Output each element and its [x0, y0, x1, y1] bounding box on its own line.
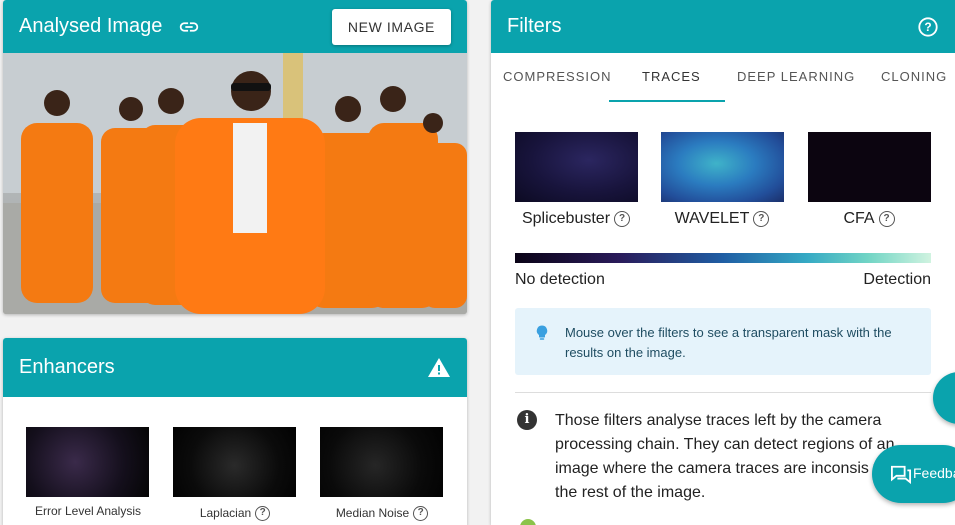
splicebuster-thumbnail[interactable]	[515, 132, 638, 202]
wavelet-thumbnail[interactable]	[661, 132, 784, 202]
median-noise-thumbnail[interactable]	[320, 427, 443, 497]
tab-cloning[interactable]: CLONING	[881, 69, 947, 84]
svg-text:?: ?	[924, 20, 931, 34]
detection-label: Detection	[863, 271, 931, 288]
ela-label: Error Level Analysis	[34, 504, 142, 518]
tab-traces[interactable]: TRACES	[642, 69, 701, 84]
filter-tabs: COMPRESSION TRACES DEEP LEARNING CLONING	[491, 53, 955, 103]
help-icon[interactable]: ?	[753, 210, 770, 227]
filters-header: Filters ?	[491, 0, 955, 53]
feedback-button[interactable]: Feedba	[872, 445, 955, 503]
info-icon: i	[517, 410, 537, 430]
traces-description: Those filters analyse traces left by the…	[555, 412, 902, 501]
hint-box: Mouse over the filters to see a transpar…	[515, 308, 931, 375]
divider	[515, 392, 931, 393]
feedback-icon	[891, 465, 911, 484]
active-tab-indicator	[609, 100, 725, 102]
analysed-image-title: Analysed Image	[19, 15, 163, 37]
tab-compression[interactable]: COMPRESSION	[503, 69, 612, 84]
help-icon[interactable]: ?	[413, 506, 429, 522]
enhancers-panel: Enhancers Error Level Analysis Laplacian…	[3, 338, 467, 525]
laplacian-label: Laplacian?	[165, 506, 305, 522]
enhancers-title: Enhancers	[19, 356, 115, 378]
hint-text: Mouse over the filters to see a transpar…	[565, 325, 892, 360]
enhancers-header: Enhancers	[3, 338, 467, 397]
ela-thumbnail[interactable]	[26, 427, 149, 497]
page: Analysed Image NEW IMAGE Enhancers Error…	[0, 0, 955, 525]
median-noise-label: Median Noise?	[312, 506, 452, 522]
new-image-button[interactable]: NEW IMAGE	[331, 8, 451, 45]
no-detection-label: No detection	[515, 271, 605, 288]
splicebuster-label: Splicebuster?	[501, 210, 651, 228]
analysed-photo	[3, 53, 467, 314]
lightbulb-icon	[536, 325, 548, 340]
help-circle-icon[interactable]: ?	[917, 16, 939, 38]
filters-panel: Filters ? COMPRESSION TRACES DEEP LEARNI…	[491, 0, 955, 525]
warning-icon[interactable]	[427, 356, 451, 380]
link-icon[interactable]	[178, 16, 200, 38]
help-icon[interactable]: ?	[614, 210, 631, 227]
tab-deep-learning[interactable]: DEEP LEARNING	[737, 69, 855, 84]
analysed-image-header: Analysed Image NEW IMAGE	[3, 0, 467, 53]
cfa-label: CFA?	[794, 210, 944, 228]
help-icon[interactable]: ?	[255, 506, 271, 522]
analysed-image-panel: Analysed Image NEW IMAGE	[3, 0, 467, 314]
detection-color-scale	[515, 253, 931, 263]
wavelet-label: WAVELET?	[647, 210, 797, 228]
filters-title: Filters	[507, 15, 562, 37]
photo-illustration	[3, 53, 467, 314]
cfa-thumbnail[interactable]	[808, 132, 931, 202]
laplacian-thumbnail[interactable]	[173, 427, 296, 497]
feedback-label: Feedba	[913, 465, 955, 481]
help-icon[interactable]: ?	[878, 210, 895, 227]
